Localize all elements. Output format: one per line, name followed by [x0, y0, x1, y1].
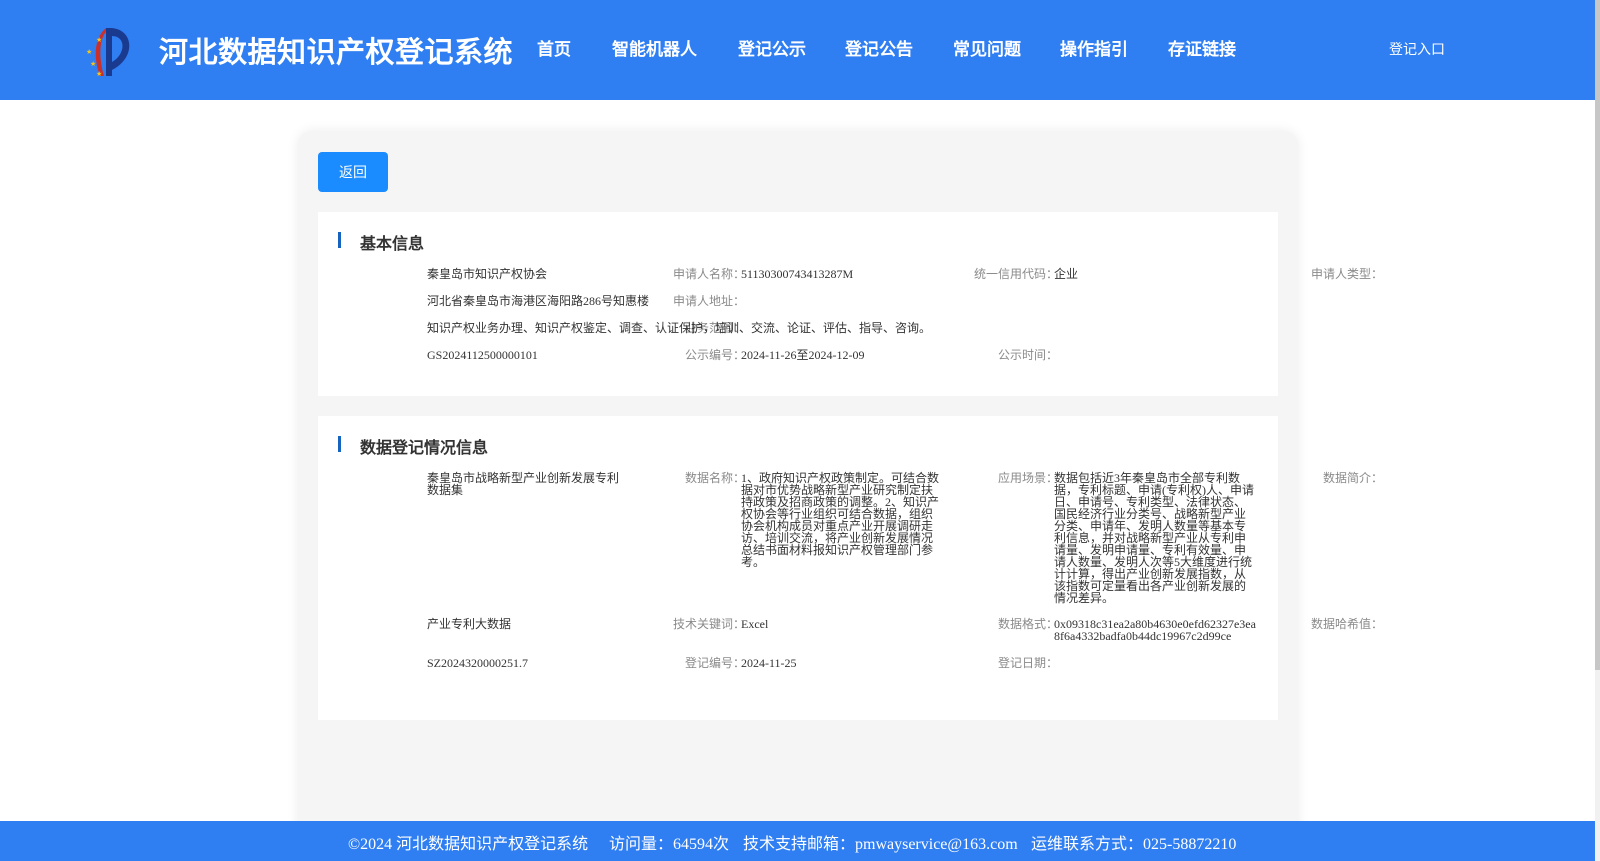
scenario-value: 1、政府知识产权政策制定。可结合数据对市优势战略新型产业研究制定扶持政策及招商政…	[741, 471, 940, 569]
svg-text:★: ★	[96, 70, 102, 78]
vertical-scrollbar[interactable]	[1595, 0, 1600, 861]
scope-value: 知识产权业务办理、知识产权鉴定、调查、认证保护，培训、交流、论证、评估、指导、咨…	[427, 321, 932, 335]
intro-label: 数据简介：	[1322, 471, 1383, 485]
notice-no-value: GS2024112500000101	[427, 348, 538, 362]
svg-text:★: ★	[86, 48, 92, 56]
reg-no-value: SZ2024320000251.7	[427, 656, 529, 670]
nav-registration-announcement[interactable]: 登记公告	[845, 35, 913, 60]
data-info-title: 数据登记情况信息	[360, 438, 489, 457]
nav-operation-guide[interactable]: 操作指引	[1060, 35, 1128, 60]
applicant-type-label: 申请人类型：	[1310, 267, 1383, 281]
svg-text:★: ★	[96, 36, 102, 44]
arc-stars-logo-icon[interactable]: ★ ★ ★ ★	[82, 24, 136, 80]
credit-code-label: 统一信用代码：	[973, 267, 1058, 281]
nav-evidence-link[interactable]: 存证链接	[1168, 35, 1236, 60]
section-marker	[338, 232, 341, 248]
section-marker	[338, 436, 341, 452]
keywords-label: 技术关键词：	[672, 617, 745, 631]
applicant-name-label: 申请人名称：	[672, 267, 745, 281]
footer-copyright: ©2024 河北数据知识产权登记系统	[348, 836, 589, 853]
format-value: Excel	[741, 617, 769, 631]
scenario-label: 应用场景：	[997, 471, 1058, 485]
page-footer: ©2024 河北数据知识产权登记系统 访问量：64594次 技术支持邮箱：pmw…	[0, 821, 1595, 861]
applicant-type-value: 企业	[1054, 267, 1079, 281]
applicant-name-value: 秦皇岛市知识产权协会	[427, 267, 548, 281]
keywords-value: 产业专利大数据	[427, 617, 512, 631]
credit-code-value: 51130300743413287M	[741, 267, 854, 281]
notice-time-value: 2024-11-26至2024-12-09	[741, 348, 865, 362]
nav-faq[interactable]: 常见问题	[953, 35, 1021, 60]
basic-info-panel: 基本信息 申请人名称： 秦皇岛市知识产权协会 统一信用代码： 511303007…	[318, 212, 1383, 396]
footer-contact-phone: 运维联系方式：025-58872210	[1031, 836, 1237, 853]
data-registration-panel: 数据登记情况信息 数据名称： 秦皇岛市战略新型产业创新发展专利数据集 应用场景：…	[318, 416, 1383, 720]
reg-date-label: 登记日期：	[997, 656, 1058, 670]
format-label: 数据格式：	[997, 617, 1058, 631]
address-value: 河北省秦皇岛市海港区海阳路286号知惠楼	[427, 294, 650, 308]
notice-time-label: 公示时间：	[997, 348, 1058, 362]
hash-value: 0x09318c31ea2a80b4630e0efd62327e3ea8f6a4…	[1054, 617, 1256, 643]
nav-registration-publicity[interactable]: 登记公示	[738, 35, 806, 60]
login-entry-link[interactable]: 登记入口	[1389, 39, 1445, 59]
site-title[interactable]: 河北数据知识产权登记系统	[159, 29, 513, 71]
back-button[interactable]: 返回	[318, 152, 388, 192]
intro-value: 数据包括近3年秦皇岛市全部专利数据，专利标题、申请(专利权)人、申请日、申请号、…	[1054, 471, 1254, 605]
hash-label: 数据哈希值：	[1310, 617, 1383, 631]
notice-no-label: 公示编号：	[684, 348, 745, 362]
data-name-label: 数据名称：	[684, 471, 745, 485]
data-name-value: 秦皇岛市战略新型产业创新发展专利数据集	[427, 471, 620, 497]
svg-text:★: ★	[90, 60, 96, 68]
scrollbar-thumb[interactable]	[1595, 0, 1600, 670]
top-header: ★ ★ ★ ★ 河北数据知识产权登记系统 首页 智能机器人 登记公示 登记公告 …	[0, 0, 1595, 100]
footer-visits: 访问量：64594次	[609, 836, 730, 853]
reg-no-label: 登记编号：	[684, 656, 745, 670]
basic-info-title: 基本信息	[360, 234, 425, 253]
reg-date-value: 2024-11-25	[741, 656, 797, 670]
footer-support-email: 技术支持邮箱：pmwayservice@163.com	[743, 836, 1018, 853]
nav-smart-robot[interactable]: 智能机器人	[612, 35, 697, 60]
nav-home[interactable]: 首页	[537, 35, 571, 60]
address-label: 申请人地址：	[672, 294, 745, 308]
